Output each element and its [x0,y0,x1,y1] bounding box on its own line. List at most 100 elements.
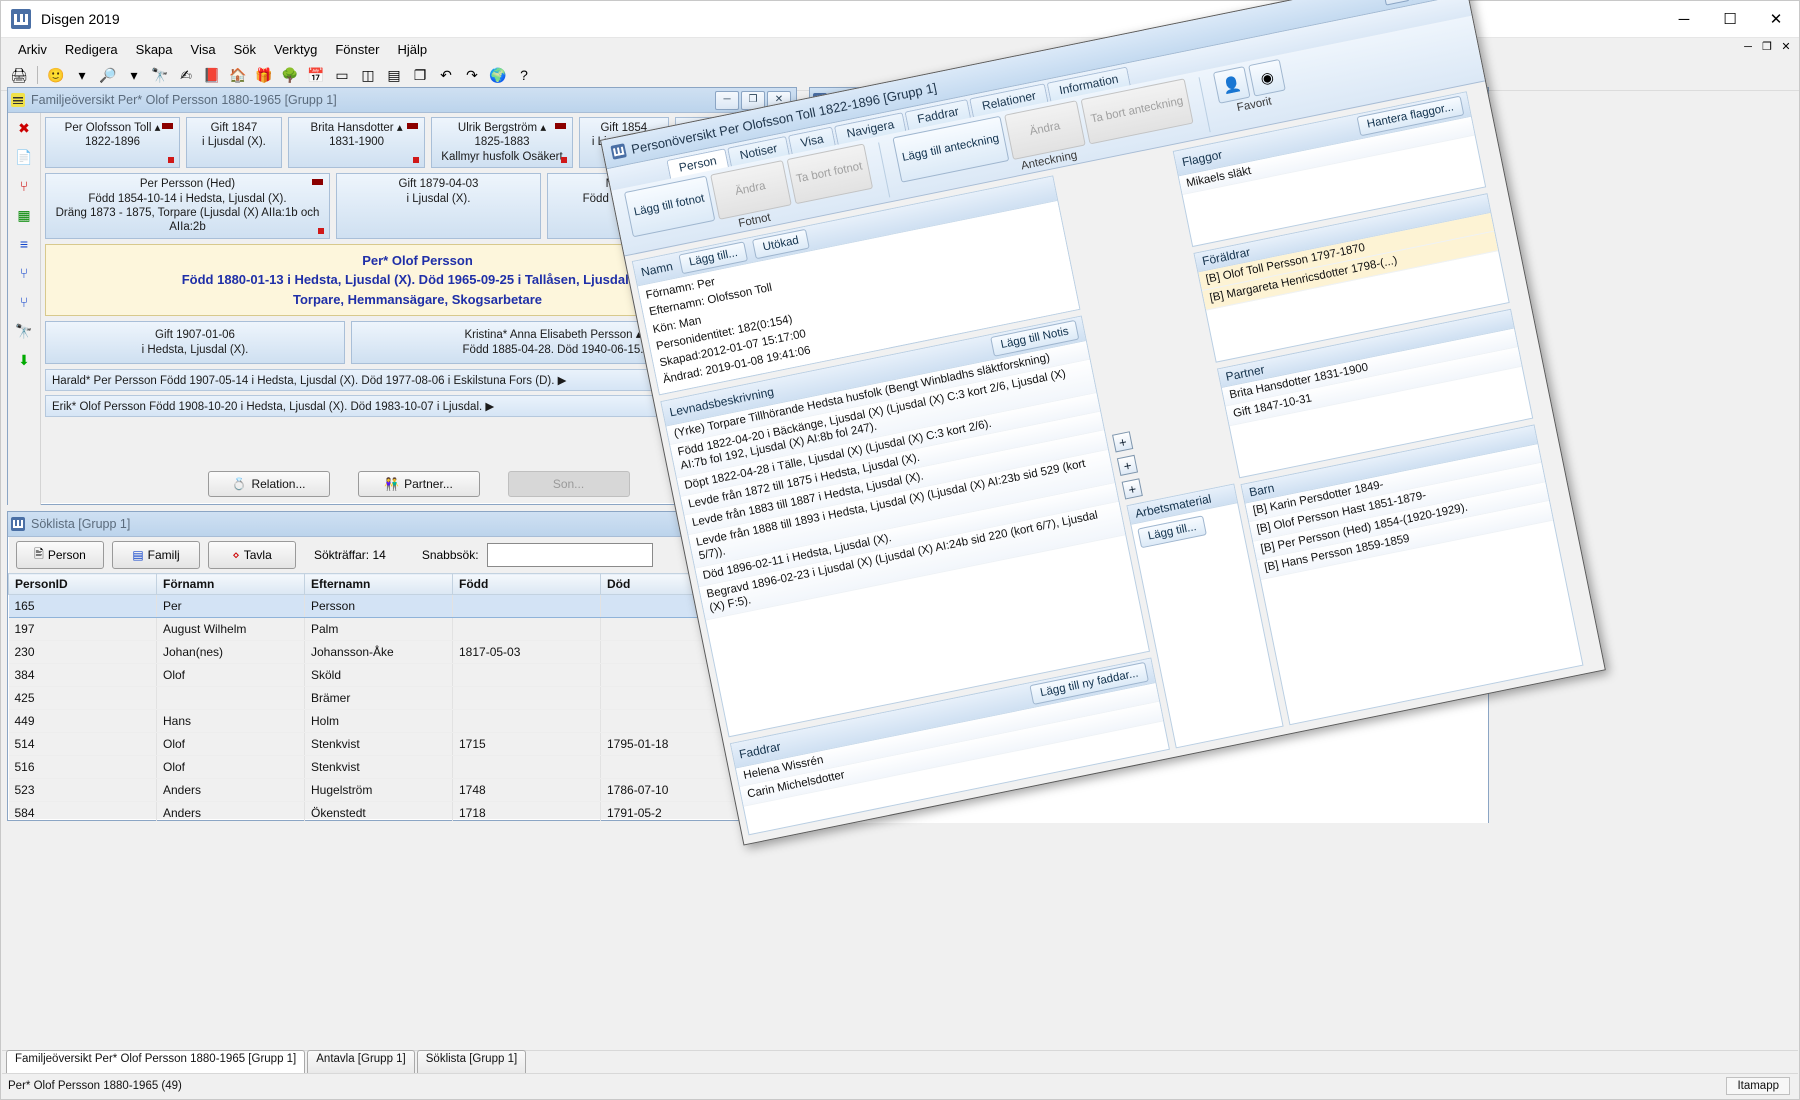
table-row[interactable]: 449 Hans Holm [8,709,796,733]
search-list-window[interactable]: Söklista [Grupp 1] 🖹 Person ▤ Familj ⋄ T… [7,511,797,821]
add-row-button[interactable]: + [1112,431,1134,453]
status-right-text: Itamapp [1726,1077,1790,1095]
window-single-icon[interactable]: ▭ [330,63,354,87]
tree-icon[interactable]: 🌳 [278,63,302,87]
person-search-icon[interactable]: 🔎 [96,63,120,87]
quicksearch-label: Snabbsök: [421,548,479,562]
person-search-dropdown-icon[interactable]: ▾ [122,63,146,87]
table-row[interactable]: 584 Anders Ökenstedt 1718 1791-05-2 [8,801,796,821]
table-row[interactable]: 165 Per Persson [8,594,796,618]
parents-marriage-box[interactable]: Gift 1879-04-03 i Ljusdal (X). [336,173,541,239]
column-header-fornamn[interactable]: Förnamn [156,573,305,595]
cell-fornamn: Hans [156,709,305,733]
add-row-button[interactable]: + [1116,454,1139,476]
minimize-button[interactable]: ─ [1661,1,1707,37]
menu-item-arkiv[interactable]: Arkiv [9,40,56,59]
edit-footnote-button[interactable]: Ändra [709,160,792,220]
table-row[interactable]: 523 Anders Hugelström 1748 1786-07-10 [8,778,796,802]
cell-fornamn: Per [156,594,305,618]
person-minimize-button[interactable]: ─ [1382,0,1410,6]
grandparent-box[interactable]: Ulrik Bergström ▴ 1825-1883 Kallmyr husf… [431,117,573,169]
relation-button[interactable]: 💍 Relation... [207,471,330,497]
gift-icon[interactable]: 🎁 [252,63,276,87]
table-row[interactable]: 514 Olof Stenkvist 1715 1795-01-18 [8,732,796,756]
quicksearch-input[interactable] [486,543,653,567]
marriage-box[interactable]: Gift 1847 i Ljusdal (X). [186,117,282,169]
hand-write-icon[interactable]: ✍ [174,63,198,87]
rings-icon: 💍 [231,477,247,491]
search-results-table: PersonID Förnamn Efternamn Född Död 165 … [8,573,796,821]
menu-item-skapa[interactable]: Skapa [127,40,182,59]
menu-item-fonster[interactable]: Fönster [326,40,388,59]
person-icon[interactable]: 🙂 [44,63,68,87]
chart-button[interactable]: ⋄ Tavla [208,541,296,569]
grandparent-box[interactable]: Brita Hansdotter ▴ 1831-1900 [287,117,426,169]
house-icon[interactable]: 🏠 [226,63,250,87]
menu-item-sok[interactable]: Sök [225,40,265,59]
binoculars-green-icon[interactable]: ⬇ [13,349,35,371]
partner-button[interactable]: 👫 Partner... [357,471,480,497]
person-dropdown-icon[interactable]: ▾ [70,63,94,87]
descendant-icon[interactable]: ⑂ [13,262,35,284]
mdi-close-button[interactable]: ✕ [1777,40,1795,56]
book-icon[interactable]: 📕 [200,63,224,87]
table-row[interactable]: 425 Brämer [8,686,796,710]
spouse-marriage-box[interactable]: Gift 1907-01-06 i Hedsta, Ljusdal (X). [45,321,345,364]
edit-document-icon[interactable]: 📄 [13,146,35,168]
column-header-efternamn[interactable]: Efternamn [304,573,453,595]
binoculars-icon[interactable]: 🔭 [148,63,172,87]
maximize-button[interactable]: ☐ [1707,1,1753,37]
tab-antavla[interactable]: Antavla [Grupp 1] [307,1050,415,1073]
table-row[interactable]: 516 Olof Stenkvist [8,755,796,779]
cell-personid: 197 [8,617,157,641]
columns-icon[interactable]: ≡ [13,233,35,255]
undo-icon[interactable]: ↶ [434,63,458,87]
close-button[interactable]: ✕ [1753,1,1799,37]
family-button[interactable]: ▤ Familj [112,541,200,569]
delete-footnote-button[interactable]: Ta bort fotnot [786,143,873,205]
table-row[interactable]: 197 August Wilhelm Palm [8,617,796,641]
window-cascade-icon[interactable]: ❐ [408,63,432,87]
parent-box[interactable]: Per Persson (Hed) Född 1854-10-14 i Heds… [45,173,330,239]
menu-item-visa[interactable]: Visa [182,40,225,59]
menu-item-hjalp[interactable]: Hjälp [388,40,436,59]
close-red-x-icon[interactable]: ✖ [13,117,35,139]
redo-icon[interactable]: ↷ [460,63,484,87]
cell-efternamn: Palm [304,617,453,641]
column-header-personid[interactable]: PersonID [8,573,157,595]
app-title: Disgen 2019 [41,11,120,27]
table-header-row: PersonID Förnamn Efternamn Född Död [8,573,796,595]
window-split-horizontal-icon[interactable]: ▤ [382,63,406,87]
window-split-vertical-icon[interactable]: ◫ [356,63,380,87]
calendar-icon[interactable]: 📅 [304,63,328,87]
menu-item-redigera[interactable]: Redigera [56,40,127,59]
cell-efternamn: Stenkvist [304,755,453,779]
chart-button-label: Tavla [243,548,272,562]
parent-name: Per Persson (Hed) [139,178,236,191]
mdi-minimize-button[interactable]: ─ [1739,40,1757,56]
grandparent-box[interactable]: Per Olofsson Toll ▴ 1822-1896 [45,117,181,169]
menu-item-verktyg[interactable]: Verktyg [265,40,326,59]
grandparent-dates: 1825-1883 [474,136,530,149]
column-header-fodd[interactable]: Född [452,573,601,595]
add-row-button[interactable]: + [1121,478,1143,500]
family-minimize-button[interactable]: ─ [715,90,739,110]
help-icon[interactable]: ? [512,63,536,87]
table-row[interactable]: 230 Johan(nes) Johansson-Åke 1817-05-03 [8,640,796,664]
table-row[interactable]: 384 Olof Sköld [8,663,796,687]
add-footnote-button[interactable]: Lägg till fotnot [623,175,716,238]
tab-familjeoversikt[interactable]: Familjeöversikt Per* Olof Persson 1880-1… [6,1050,306,1073]
tree-chart-icon[interactable]: ⑂ [13,175,35,197]
globe-icon[interactable]: 🌍 [486,63,510,87]
son-button[interactable]: Son... [507,471,630,497]
mdi-restore-button[interactable]: ❐ [1758,40,1776,56]
person-favorite-icon[interactable]: 👤 [1213,66,1251,104]
print-icon[interactable]: 🖨 [7,63,31,87]
table-grid-icon[interactable]: ▦ [13,204,35,226]
person-button[interactable]: 🖹 Person [16,541,104,569]
cell-personid: 516 [8,755,157,779]
tab-soklista[interactable]: Söklista [Grupp 1] [416,1050,527,1073]
binoculars-gray-icon[interactable]: 🔭 [13,320,35,342]
family-chart-icon[interactable]: ⑂ [13,291,35,313]
star-favorite-icon[interactable]: ◉ [1248,58,1287,97]
